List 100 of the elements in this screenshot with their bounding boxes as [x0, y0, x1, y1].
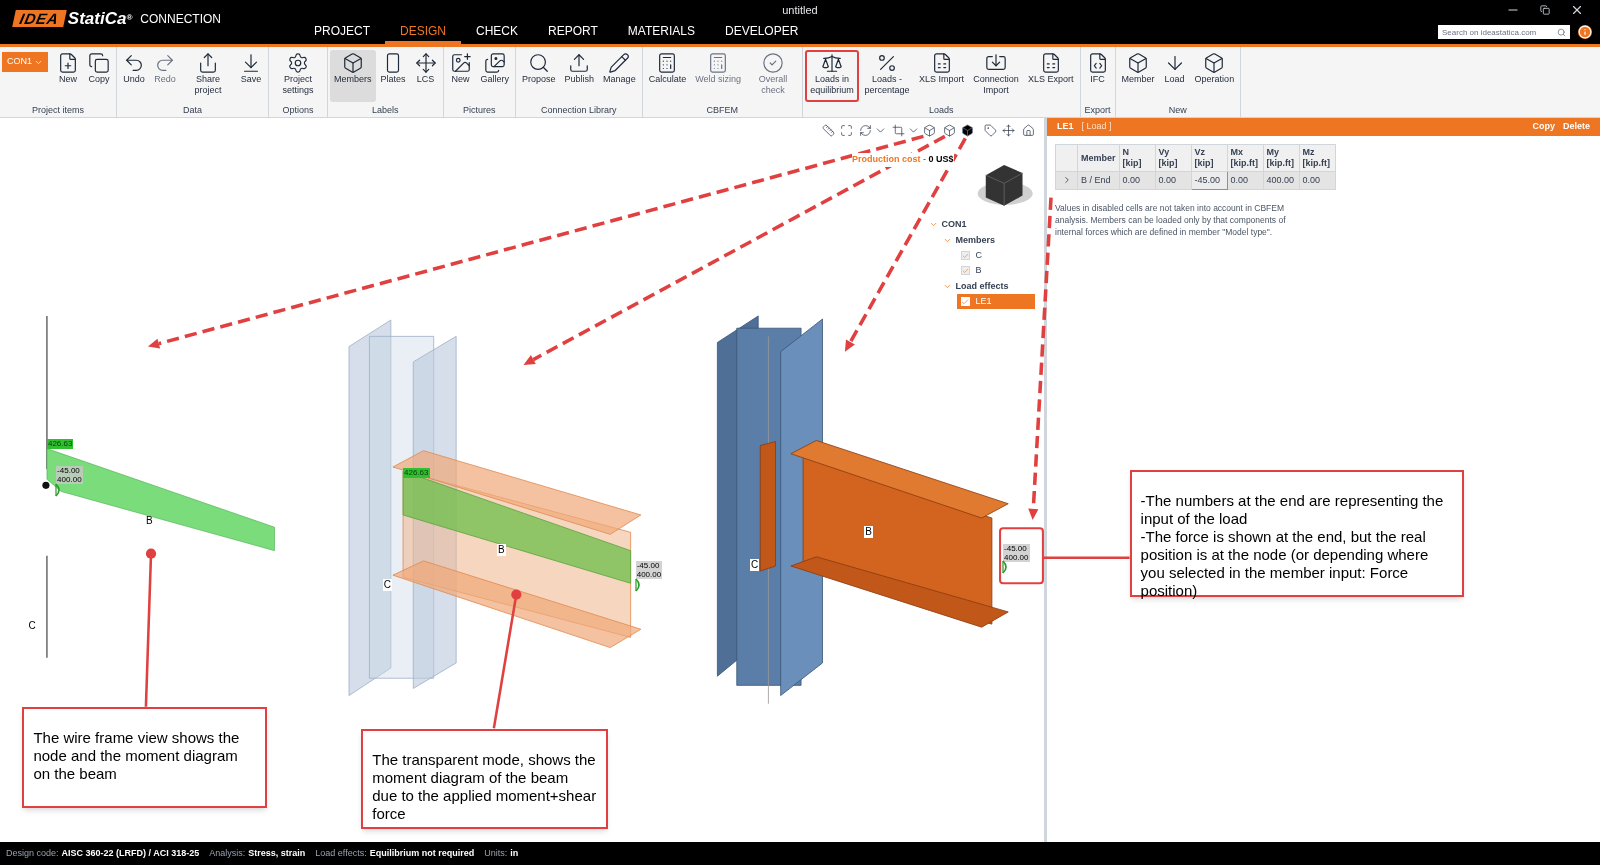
check-circle-icon — [762, 52, 785, 74]
ribbon-button[interactable]: Save — [236, 50, 266, 102]
share-icon — [197, 52, 219, 74]
images-icon — [483, 52, 506, 74]
menu-tab[interactable]: DEVELOPER — [709, 20, 814, 44]
member-label: C — [382, 578, 392, 591]
group-label: Export — [1083, 104, 1112, 117]
group-label: New — [1167, 104, 1188, 117]
table-cell[interactable]: 0.00 — [1119, 171, 1155, 190]
search-field[interactable]: Search on ideastatica.com — [1438, 25, 1570, 39]
new-file-icon — [57, 52, 79, 74]
checkbox[interactable] — [960, 297, 970, 307]
highlight-frame — [999, 527, 1044, 585]
group-label: Pictures — [462, 104, 497, 117]
ribbon-button[interactable]: Operation — [1190, 50, 1239, 102]
ribbon-button[interactable]: Members — [330, 50, 376, 102]
separator-text: - — [922, 153, 928, 167]
panel-title: LE1 — [1057, 120, 1074, 134]
ribbon-button[interactable]: New — [445, 50, 476, 102]
column-header: Vz [kip] — [1191, 144, 1227, 172]
solid-cube-icon[interactable] — [961, 124, 975, 137]
ribbon-button[interactable]: XLS Export — [1024, 50, 1078, 102]
column-header: My [kip.ft] — [1263, 144, 1299, 172]
production-cost-value: 0 US$ — [928, 153, 954, 167]
ribbon-button[interactable]: Manage — [599, 50, 640, 102]
callout-text: The transparent mode, shows the moment diagram of the beam due to the applied moment+shear force — [372, 750, 598, 823]
menu-tab[interactable]: DESIGN — [385, 20, 462, 44]
table-cell[interactable]: B / End — [1077, 171, 1119, 190]
ribbon-button[interactable]: Plates — [376, 50, 410, 102]
copy-icon — [88, 52, 110, 74]
logo-mark: IDEA — [12, 10, 67, 28]
check-icon — [961, 297, 970, 306]
ribbon-button[interactable]: New — [53, 50, 83, 102]
group-label: Loads — [928, 104, 955, 117]
ribbon-button[interactable]: Loads in equilibrium — [805, 50, 860, 102]
member-label: C — [750, 559, 760, 572]
search-icon — [527, 52, 550, 74]
settings-icon — [287, 52, 309, 74]
info-icon[interactable] — [1578, 25, 1592, 39]
load-value-label: -45.00 400.00 — [1003, 543, 1030, 562]
ribbon-button[interactable]: LCS — [410, 50, 441, 102]
fullscreen-icon[interactable] — [839, 124, 853, 137]
ribbon-button[interactable]: Load — [1159, 50, 1190, 102]
ribbon-button[interactable]: Project settings — [271, 50, 325, 102]
status-value: Equilibrium not required — [369, 846, 475, 860]
menu-tab[interactable]: MATERIALS — [612, 20, 710, 44]
ribbon-button[interactable]: Connection Import — [969, 50, 1024, 102]
column-header: Member — [1077, 144, 1119, 172]
tree-item[interactable]: B — [956, 263, 1035, 279]
status-value: in — [510, 846, 519, 860]
ribbon-button[interactable]: Undo — [119, 50, 149, 102]
moment-arrow-icon — [1001, 560, 1009, 575]
group-label: Data — [182, 104, 203, 117]
status-label: Design code: — [6, 846, 59, 860]
menu-tab[interactable]: REPORT — [533, 20, 613, 44]
rotate-icon[interactable] — [859, 124, 873, 137]
label-icon[interactable] — [983, 124, 997, 137]
ribbon-button[interactable]: IFC — [1082, 50, 1113, 102]
ribbon-button[interactable]: Loads - percentage — [860, 50, 915, 102]
tree-item[interactable]: Load effects — [955, 279, 1009, 294]
brand-name: StatiCa$^{®}$ — [67, 8, 133, 30]
column-header: N [kip] — [1119, 144, 1155, 172]
member-label: B — [496, 543, 506, 556]
undo-icon — [123, 52, 145, 74]
table-cell[interactable]: 0.00 — [1299, 171, 1335, 190]
ribbon-button[interactable]: Gallery — [476, 50, 514, 102]
menu-tab[interactable]: CHECK — [461, 20, 534, 44]
transparent-cube-icon[interactable] — [942, 124, 956, 137]
view-cube-drawing — [977, 164, 1033, 207]
ribbon-button[interactable]: Propose — [518, 50, 560, 102]
status-label: Load effects: — [315, 846, 367, 860]
table-cell[interactable]: 0.00 — [1227, 171, 1263, 190]
ribbon-button[interactable]: Share project — [181, 50, 235, 102]
moment-value-label: 426.63 — [403, 468, 430, 479]
crop-icon[interactable] — [891, 124, 905, 137]
checkbox[interactable] — [960, 266, 970, 276]
ribbon-button[interactable]: Copy — [84, 50, 114, 102]
home-icon[interactable] — [1021, 124, 1035, 137]
tree-item[interactable]: Members — [955, 233, 996, 248]
close-icon[interactable] — [1570, 3, 1584, 17]
checkbox[interactable] — [960, 251, 970, 261]
box-icon — [1203, 52, 1226, 74]
column-header: Vy [kip] — [1155, 144, 1191, 172]
table-cell[interactable]: 0.00 — [1155, 171, 1191, 190]
ribbon-button[interactable]: XLS Import — [915, 50, 969, 102]
status-label: Units: — [484, 846, 508, 860]
restore-icon[interactable] — [1540, 5, 1550, 15]
tree-item[interactable]: CON1 — [941, 217, 967, 232]
ribbon-button[interactable]: Calculate — [644, 50, 691, 102]
callout-text: -The numbers at the end are representing the input of the load — [1140, 492, 1445, 529]
axes-icon[interactable] — [1002, 124, 1016, 137]
moment-value-label: 426.63 — [46, 438, 74, 449]
wireframe-cube-icon[interactable] — [922, 124, 936, 137]
table-cell[interactable]: 400.00 — [1263, 171, 1299, 190]
ruler-icon[interactable] — [821, 124, 835, 137]
tree-item[interactable]: C — [956, 248, 1035, 264]
menu-tab[interactable]: PROJECT — [299, 20, 385, 44]
ribbon-button[interactable]: Publish — [560, 50, 599, 102]
ribbon-button[interactable]: Member — [1117, 50, 1159, 102]
scale-icon — [821, 52, 844, 74]
